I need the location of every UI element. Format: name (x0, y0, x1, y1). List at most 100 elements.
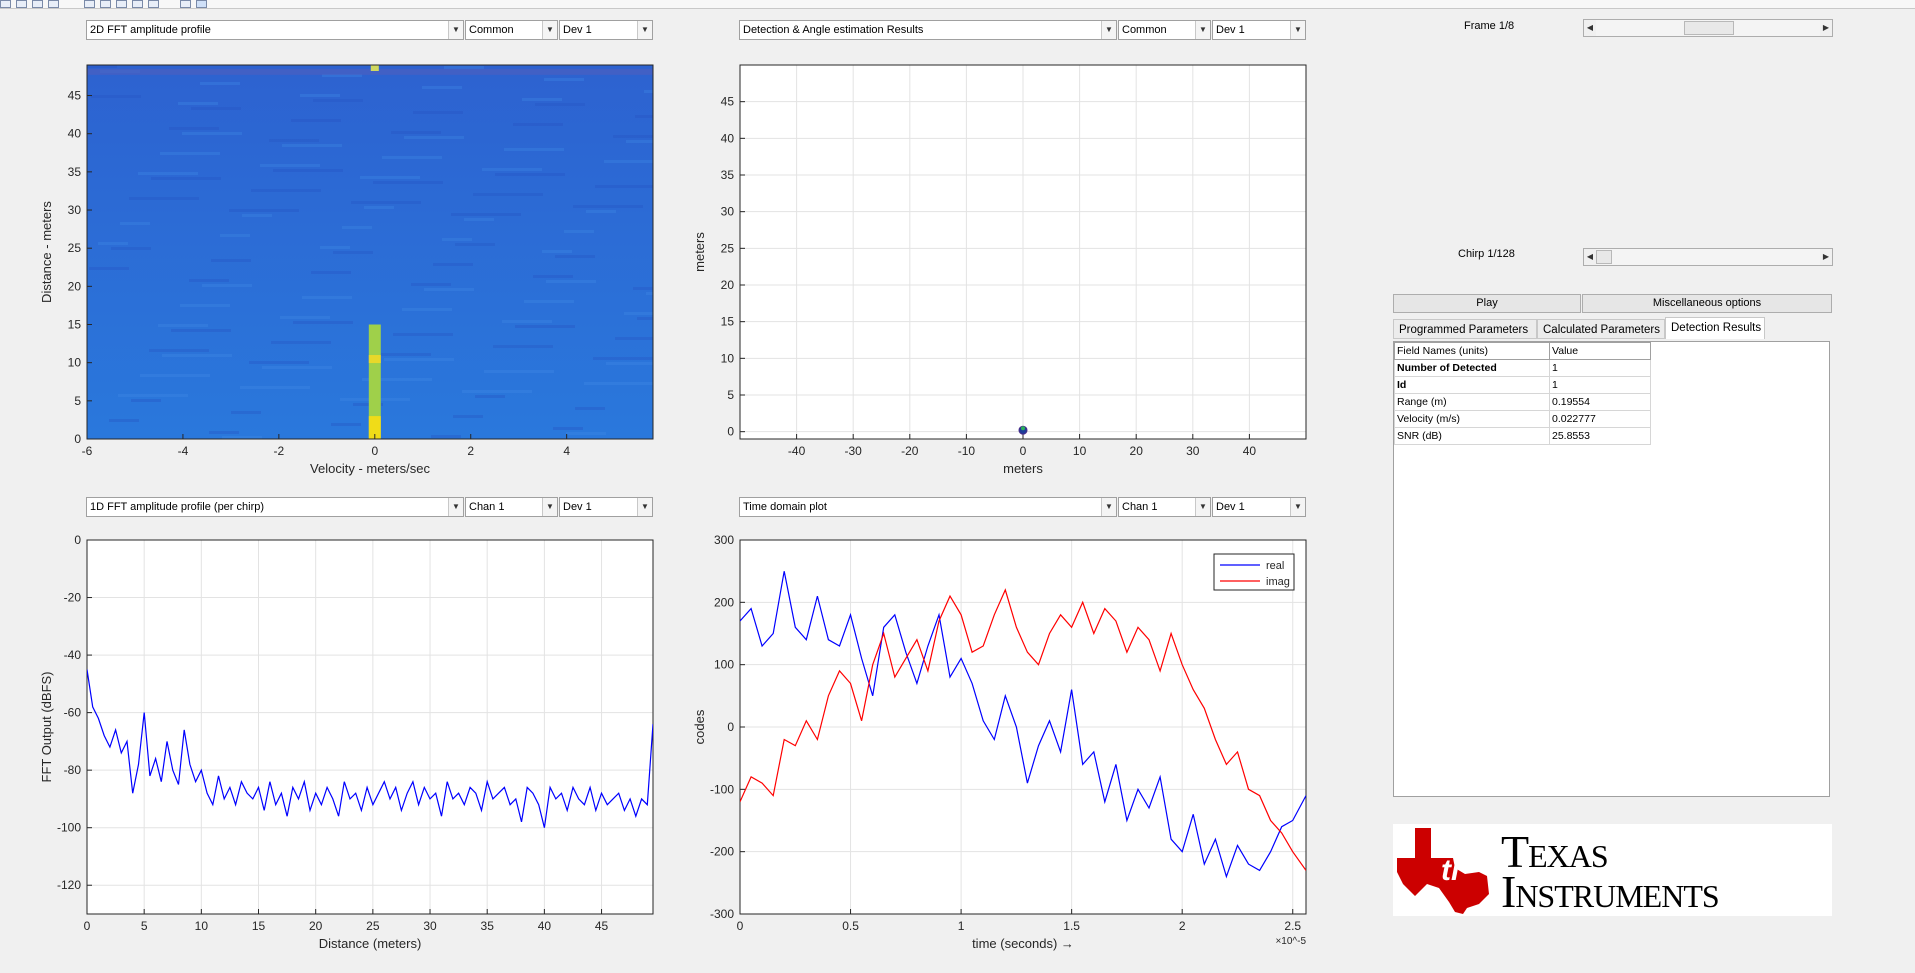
time-domain-line-chart[interactable]: 0 0.5 1 1.5 2 2.5 300 200 100 0 -100 -200 -300 time (… (690, 530, 1320, 970)
heatmap-noise-cell (120, 222, 150, 225)
heatmap-top-band (87, 68, 653, 75)
x-tick-label: 1.5 (1063, 919, 1080, 933)
table-row[interactable]: Range (m) 0.19554 (1394, 393, 1651, 411)
x-tick-label: -30 (845, 444, 863, 458)
heatmap-noise-cell (566, 432, 606, 435)
heatmap-noise-cell (320, 246, 350, 249)
heatmap-noise-cell (453, 415, 483, 418)
chirp-slider-thumb[interactable] (1596, 250, 1612, 264)
heatmap-noise-cell (131, 399, 161, 402)
zoom-out-icon[interactable] (100, 0, 111, 8)
plot-type-select-bottom-right[interactable]: Time domain plot ▼ (739, 497, 1117, 517)
pan-icon[interactable] (116, 0, 127, 8)
y-tick-label: 30 (721, 205, 735, 219)
select-value: Common (469, 24, 514, 36)
heatmap-noise-cell (251, 189, 321, 192)
select-value: Dev 1 (563, 501, 592, 513)
plot-type-select-bottom-left[interactable]: 1D FFT amplitude profile (per chirp) ▼ (86, 497, 464, 517)
heatmap-noise-cell (542, 250, 572, 253)
plot-type-select-top-left[interactable]: 2D FFT amplitude profile ▼ (86, 20, 464, 40)
device-select-bottom-right[interactable]: Dev 1 ▼ (1212, 497, 1306, 517)
y-tick-label: 10 (68, 356, 82, 370)
column-header-field: Field Names (units) (1394, 342, 1550, 360)
heatmap-noise-cell (382, 156, 442, 159)
heatmap-noise-cell (171, 329, 231, 332)
heatmap-noise-cell (606, 362, 653, 365)
table-row[interactable]: Id 1 (1394, 376, 1651, 394)
channel-select-top-left[interactable]: Common ▼ (465, 20, 558, 40)
heatmap-noise-cell (138, 172, 198, 175)
heatmap-noise-cell (209, 431, 239, 434)
y-tick-label: 0 (74, 533, 81, 547)
zoom-in-icon[interactable] (84, 0, 95, 8)
heatmap-noise-cell (360, 176, 420, 179)
x-tick-label: 2 (1179, 919, 1186, 933)
heatmap-noise-cell (555, 255, 595, 258)
heatmap-noise-cell (482, 168, 542, 171)
table-row[interactable]: Number of Detected 1 (1394, 359, 1651, 377)
heatmap-noise-cell (535, 103, 585, 106)
chevron-left-icon[interactable]: ◀ (1584, 249, 1596, 265)
plot-type-select-top-right[interactable]: Detection & Angle estimation Results ▼ (739, 20, 1117, 40)
x-tick-label: -6 (82, 444, 93, 458)
x-axis-label: time (seconds) → (972, 936, 1074, 951)
data-cursor-icon[interactable] (148, 0, 159, 8)
rotate-icon[interactable] (132, 0, 143, 8)
x-tick-label: -10 (958, 444, 976, 458)
y-tick-label: 5 (74, 394, 81, 408)
table-row[interactable]: Velocity (m/s) 0.022777 (1394, 410, 1651, 428)
colorbar-icon[interactable] (180, 0, 191, 8)
open-icon[interactable] (16, 0, 27, 8)
x-exponent-label: ×10^-5 (1275, 936, 1306, 947)
select-value: Chan 1 (1122, 501, 1158, 513)
tab-calculated-parameters[interactable]: Calculated Parameters (1537, 319, 1665, 339)
chevron-right-icon[interactable]: ▶ (1820, 20, 1832, 36)
heatmap-noise-cell (444, 66, 484, 69)
device-select-top-left[interactable]: Dev 1 ▼ (559, 20, 653, 40)
heatmap-noise-cell (211, 259, 251, 262)
heatmap-noise-cell (242, 214, 272, 217)
column-header-value: Value (1549, 342, 1651, 360)
x-tick-label: 0 (1020, 444, 1027, 458)
heatmap-noise-cell (515, 325, 575, 328)
print-icon[interactable] (48, 0, 59, 8)
channel-select-bottom-left[interactable]: Chan 1 ▼ (465, 497, 558, 517)
frame-slider-thumb[interactable] (1684, 21, 1734, 35)
fft-1d-line-chart[interactable]: 0 5 10 15 20 25 30 35 40 45 0 -20 -40 -60 -80 -100 -120 D… (40, 530, 670, 970)
tab-programmed-parameters[interactable]: Programmed Parameters (1393, 319, 1537, 339)
heatmap-noise-cell (229, 209, 299, 212)
frame-label: Frame 1/8 (1464, 20, 1515, 32)
heatmap-noise-cell (433, 263, 473, 266)
table-row[interactable]: SNR (dB) 25.8553 (1394, 427, 1651, 445)
device-select-top-right[interactable]: Dev 1 ▼ (1212, 20, 1306, 40)
heatmap-2d-fft-chart[interactable]: -6 -4 -2 0 2 4051015202530354045Velocity - me… (40, 55, 670, 485)
y-tick-label: -40 (64, 648, 82, 662)
chevron-left-icon[interactable]: ◀ (1584, 20, 1596, 36)
chevron-down-icon: ▼ (637, 498, 652, 516)
chirp-slider[interactable]: ◀ ▶ (1583, 248, 1833, 266)
chevron-down-icon: ▼ (542, 498, 557, 516)
channel-select-bottom-right[interactable]: Chan 1 ▼ (1118, 497, 1211, 517)
x-tick-label: 10 (1073, 444, 1087, 458)
x-tick-label: -4 (178, 444, 189, 458)
heatmap-noise-cell (342, 226, 372, 229)
chevron-right-icon[interactable]: ▶ (1820, 249, 1832, 265)
channel-select-top-right[interactable]: Common ▼ (1118, 20, 1211, 40)
save-icon[interactable] (32, 0, 43, 8)
y-tick-label: 20 (721, 278, 735, 292)
x-tick-label: 20 (309, 919, 323, 933)
heatmap-noise-cell (169, 127, 219, 130)
device-select-bottom-left[interactable]: Dev 1 ▼ (559, 497, 653, 517)
frame-slider[interactable]: ◀ ▶ (1583, 19, 1833, 37)
legend-icon[interactable] (196, 0, 207, 8)
play-button[interactable]: Play (1393, 294, 1581, 313)
tab-detection-results[interactable]: Detection Results (1665, 317, 1765, 339)
x-tick-label: -2 (274, 444, 285, 458)
heatmap-noise-cell (575, 407, 605, 410)
detection-scatter-chart[interactable]: -40 -30 -20 -10 0 10 20 30 40 0 5 10 15 20 25 30 35 40 45 m… (690, 55, 1320, 485)
misc-options-button[interactable]: Miscellaneous options (1582, 294, 1832, 313)
heatmap-noise-cell (451, 213, 521, 216)
new-figure-icon[interactable] (0, 0, 11, 8)
select-value: Dev 1 (1216, 24, 1245, 36)
x-tick-label: 35 (481, 919, 495, 933)
